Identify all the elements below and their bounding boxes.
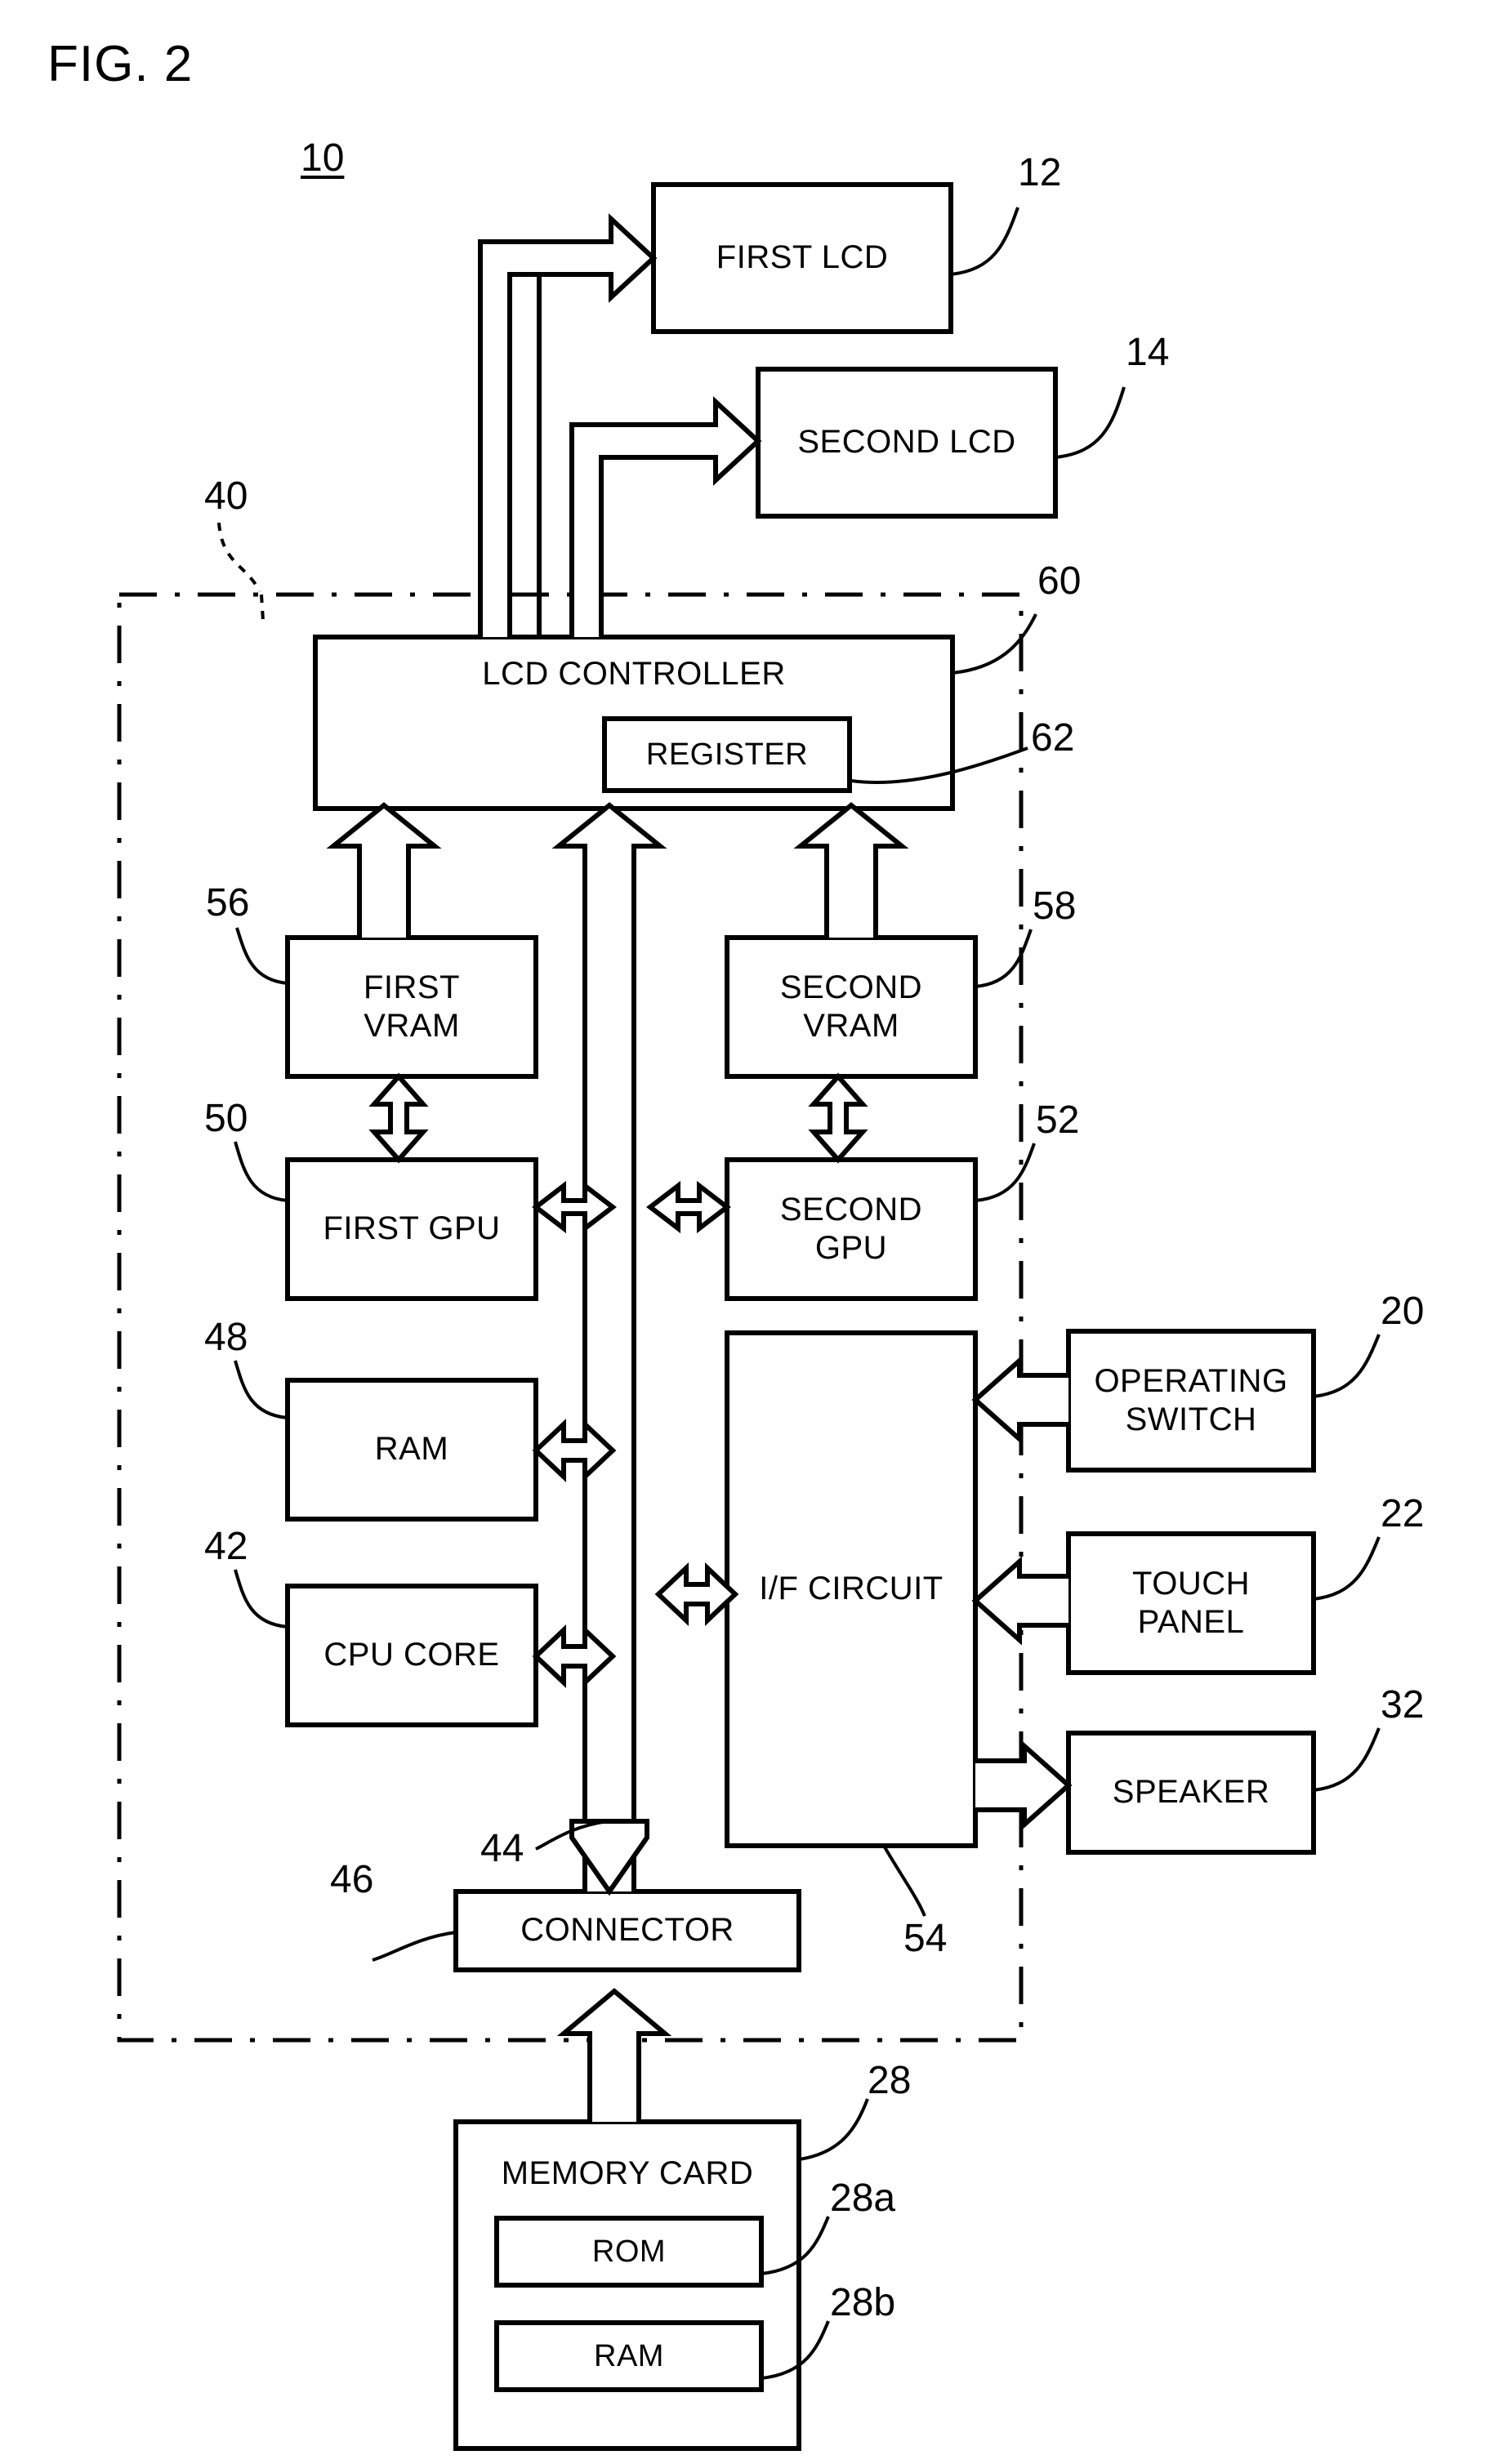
leader-12 — [950, 207, 1019, 276]
arrow-second-gpu-to-bus — [646, 1180, 731, 1234]
ref-number-memory-card-rom: 28a — [830, 2177, 896, 2220]
ref-number-second-vram: 58 — [1033, 884, 1077, 928]
speaker-box — [1066, 1731, 1316, 1855]
touch-panel-box — [1066, 1531, 1316, 1675]
ref-number-circuit-board: 40 — [204, 475, 248, 518]
second-vram-box — [725, 935, 978, 1079]
ref-number-first-gpu: 50 — [204, 1097, 248, 1140]
leader-14 — [1055, 386, 1126, 459]
arrow-memory-card-to-connector — [556, 1988, 672, 2122]
ref-number-bus: 44 — [480, 1827, 524, 1870]
operating-switch-box — [1066, 1329, 1316, 1473]
leader-42 — [234, 1569, 288, 1629]
memory-card-rom-box — [494, 2216, 764, 2288]
ref-number-operating-switch: 20 — [1381, 1290, 1425, 1333]
leader-32 — [1313, 1727, 1381, 1792]
register-box — [602, 716, 852, 793]
leader-20 — [1313, 1334, 1381, 1398]
ref-number-first-lcd: 12 — [1018, 151, 1062, 194]
arrow-second-vram-to-lcd-controller — [793, 802, 909, 938]
connector-box — [453, 1889, 801, 1972]
arrow-lcdcontroller-to-second-lcd — [569, 396, 762, 637]
patent-figure: FIG. 2 10 FIRST LCD SECOND LCD LCD CONTR… — [0, 0, 1490, 2464]
ref-number-second-lcd: 14 — [1126, 331, 1170, 374]
first-lcd-box — [651, 182, 953, 334]
ref-number-system: 10 — [301, 136, 345, 180]
ref-number-register: 62 — [1031, 716, 1075, 760]
ram-box — [285, 1378, 538, 1522]
ref-number-lcd-controller: 60 — [1037, 559, 1082, 603]
diagram-canvas — [117, 182, 1381, 2451]
leader-50 — [234, 1141, 288, 1202]
leader-46 — [372, 1931, 457, 1962]
leader-line-40 — [217, 522, 261, 592]
leader-28 — [798, 2098, 869, 2161]
arrow-bus-to-if-circuit — [654, 1562, 739, 1626]
arrow-touch-panel-to-if-circuit — [971, 1556, 1068, 1646]
ref-number-memory-card: 28 — [868, 2059, 912, 2102]
cpu-core-box — [285, 1584, 538, 1727]
ref-number-second-gpu: 52 — [1036, 1098, 1080, 1142]
ref-number-if-circuit: 54 — [903, 1917, 948, 1960]
ref-number-memory-card-ram: 28b — [830, 2281, 896, 2324]
second-lcd-box — [756, 367, 1058, 519]
figure-title: FIG. 2 — [47, 36, 194, 92]
ref-number-cpu-core: 42 — [204, 1525, 248, 1568]
if-circuit-box — [725, 1330, 978, 1848]
memory-card-ram-box — [494, 2320, 764, 2392]
arrow-second-vram-gpu — [808, 1072, 868, 1164]
leader-22 — [1313, 1536, 1381, 1601]
leader-48 — [234, 1360, 288, 1419]
leader-52 — [975, 1143, 1036, 1202]
first-vram-box — [285, 935, 538, 1079]
arrow-first-vram-gpu — [368, 1072, 429, 1164]
arrow-first-vram-to-lcd-controller — [326, 802, 442, 938]
leader-line-40-tail — [260, 594, 265, 622]
first-gpu-box — [285, 1157, 538, 1301]
ref-number-touch-panel: 22 — [1381, 1492, 1425, 1535]
second-gpu-box — [725, 1157, 978, 1301]
arrow-bus-to-lcd-controller — [551, 802, 667, 1891]
ref-number-first-vram: 56 — [206, 881, 250, 925]
leader-60 — [952, 613, 1037, 675]
arrow-if-circuit-to-speaker — [975, 1740, 1073, 1830]
ref-number-connector: 46 — [330, 1858, 374, 1901]
leader-54 — [882, 1844, 926, 1917]
leader-56 — [235, 927, 288, 985]
ref-number-speaker: 32 — [1381, 1683, 1425, 1727]
arrow-operating-switch-to-if-circuit — [971, 1355, 1068, 1445]
ref-number-ram: 48 — [204, 1316, 248, 1359]
arrow-lcdcontroller-to-first-lcd-b — [537, 272, 572, 637]
